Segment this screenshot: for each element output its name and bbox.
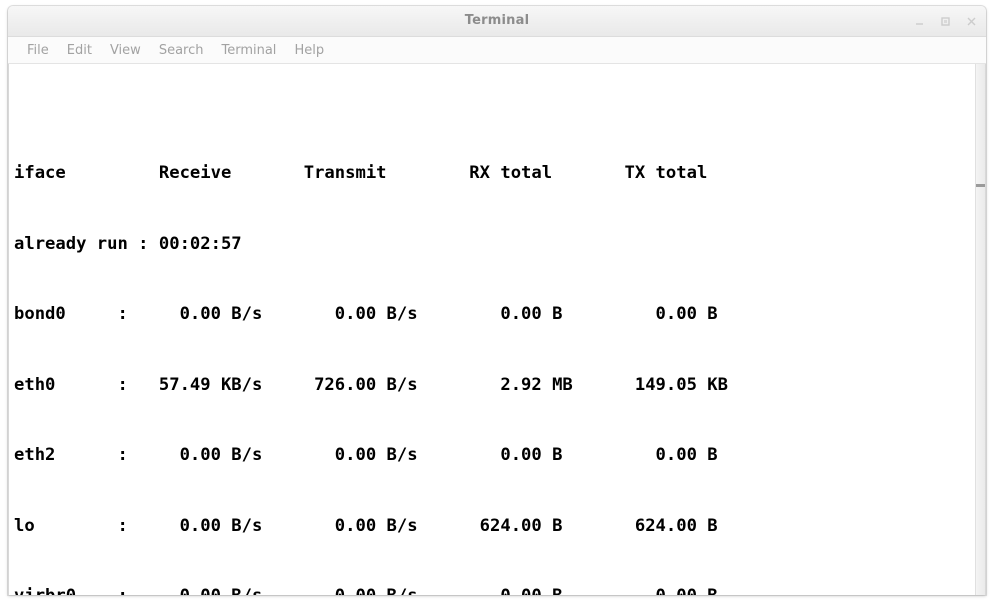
menu-bar: File Edit View Search Terminal Help bbox=[8, 37, 986, 64]
scrollbar-thumb[interactable] bbox=[976, 184, 985, 187]
terminal-screen[interactable]: iface Receive Transmit RX total TX total… bbox=[14, 68, 975, 595]
menu-item-file[interactable]: File bbox=[18, 41, 58, 60]
table1-row-lo: lo : 0.00 B/s 0.00 B/s 624.00 B 624.00 B bbox=[14, 515, 718, 536]
minimize-icon[interactable] bbox=[913, 15, 926, 28]
table1-row-eth2: eth2 : 0.00 B/s 0.00 B/s 0.00 B 0.00 B bbox=[14, 445, 718, 465]
table1-uptime: already run : 00:02:57 bbox=[14, 233, 242, 254]
menu-item-view[interactable]: View bbox=[101, 41, 150, 60]
menu-item-help[interactable]: Help bbox=[285, 41, 333, 60]
terminal-scrollbar[interactable] bbox=[975, 64, 985, 595]
menu-item-edit[interactable]: Edit bbox=[58, 41, 101, 60]
maximize-icon[interactable] bbox=[939, 15, 952, 28]
table1-row-virbr0: virbr0 : 0.00 B/s 0.00 B/s 0.00 B 0.00 B bbox=[14, 585, 975, 595]
title-bar[interactable]: Terminal bbox=[8, 6, 986, 37]
table1-row-eth0: eth0 : 57.49 KB/s 726.00 B/s 2.92 MB 149… bbox=[14, 374, 728, 395]
table1-header: iface Receive Transmit RX total TX total bbox=[14, 163, 708, 183]
window-title: Terminal bbox=[464, 13, 530, 28]
window-controls bbox=[913, 6, 978, 36]
table1-row-bond0: bond0 : 0.00 B/s 0.00 B/s 0.00 B 0.00 B bbox=[14, 304, 718, 324]
close-icon[interactable] bbox=[965, 15, 978, 28]
menu-item-search[interactable]: Search bbox=[150, 41, 213, 60]
menu-item-terminal[interactable]: Terminal bbox=[212, 41, 285, 60]
terminal-window: Terminal File Edit View Search Terminal … bbox=[8, 6, 986, 595]
terminal-viewport[interactable]: iface Receive Transmit RX total TX total… bbox=[8, 64, 986, 595]
